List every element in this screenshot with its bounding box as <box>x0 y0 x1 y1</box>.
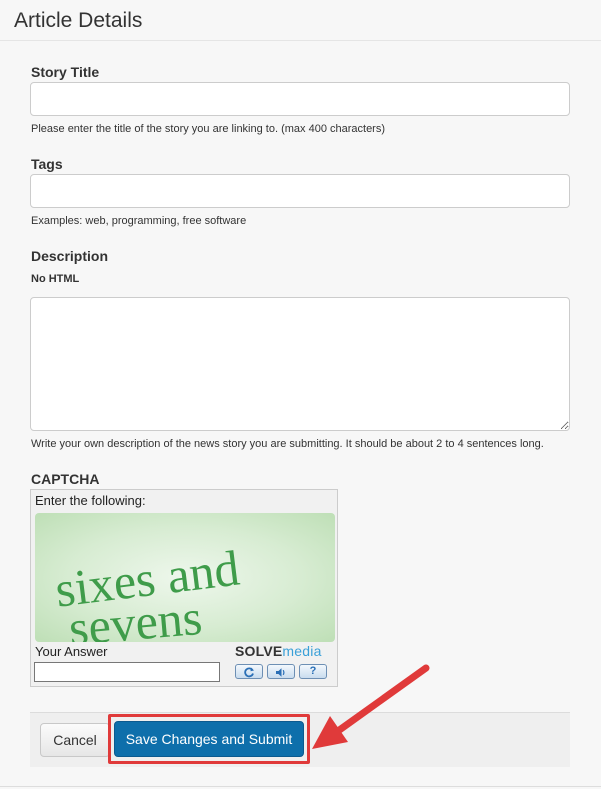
form-actions: Cancel Save Changes and Submit <box>30 712 570 767</box>
page-header: Article Details <box>0 0 601 41</box>
save-and-submit-button[interactable]: Save Changes and Submit <box>114 721 304 757</box>
captcha-help-button[interactable]: ? <box>299 664 327 679</box>
description-label: Description <box>31 248 109 264</box>
cancel-button[interactable]: Cancel <box>40 723 110 757</box>
captcha-image: sixes and sevens <box>35 513 335 642</box>
captcha-label: CAPTCHA <box>31 471 100 487</box>
page-title: Article Details <box>14 9 143 32</box>
captcha-audio-button[interactable] <box>267 664 295 679</box>
tags-label: Tags <box>31 156 63 172</box>
refresh-icon <box>244 667 254 677</box>
captcha-widget: Enter the following: sixes and sevens Yo… <box>30 489 338 687</box>
description-sublabel: No HTML <box>31 273 80 285</box>
story-title-input[interactable] <box>30 82 570 116</box>
story-title-label: Story Title <box>31 64 100 80</box>
captcha-instruction: Enter the following: <box>35 493 146 508</box>
captcha-answer-input[interactable] <box>34 662 220 682</box>
divider <box>0 786 601 787</box>
tags-help: Examples: web, programming, free softwar… <box>31 215 247 227</box>
description-textarea[interactable] <box>30 297 570 431</box>
description-help: Write your own description of the news s… <box>31 438 544 450</box>
brand-solve: SOLVE <box>235 643 283 659</box>
story-title-help: Please enter the title of the story you … <box>31 123 386 135</box>
captcha-refresh-button[interactable] <box>235 664 263 679</box>
tags-input[interactable] <box>30 174 570 208</box>
solve-media-logo: SOLVEmedia <box>235 643 322 659</box>
captcha-answer-label: Your Answer <box>35 644 108 659</box>
brand-media: media <box>282 643 322 659</box>
speaker-icon <box>276 667 285 677</box>
